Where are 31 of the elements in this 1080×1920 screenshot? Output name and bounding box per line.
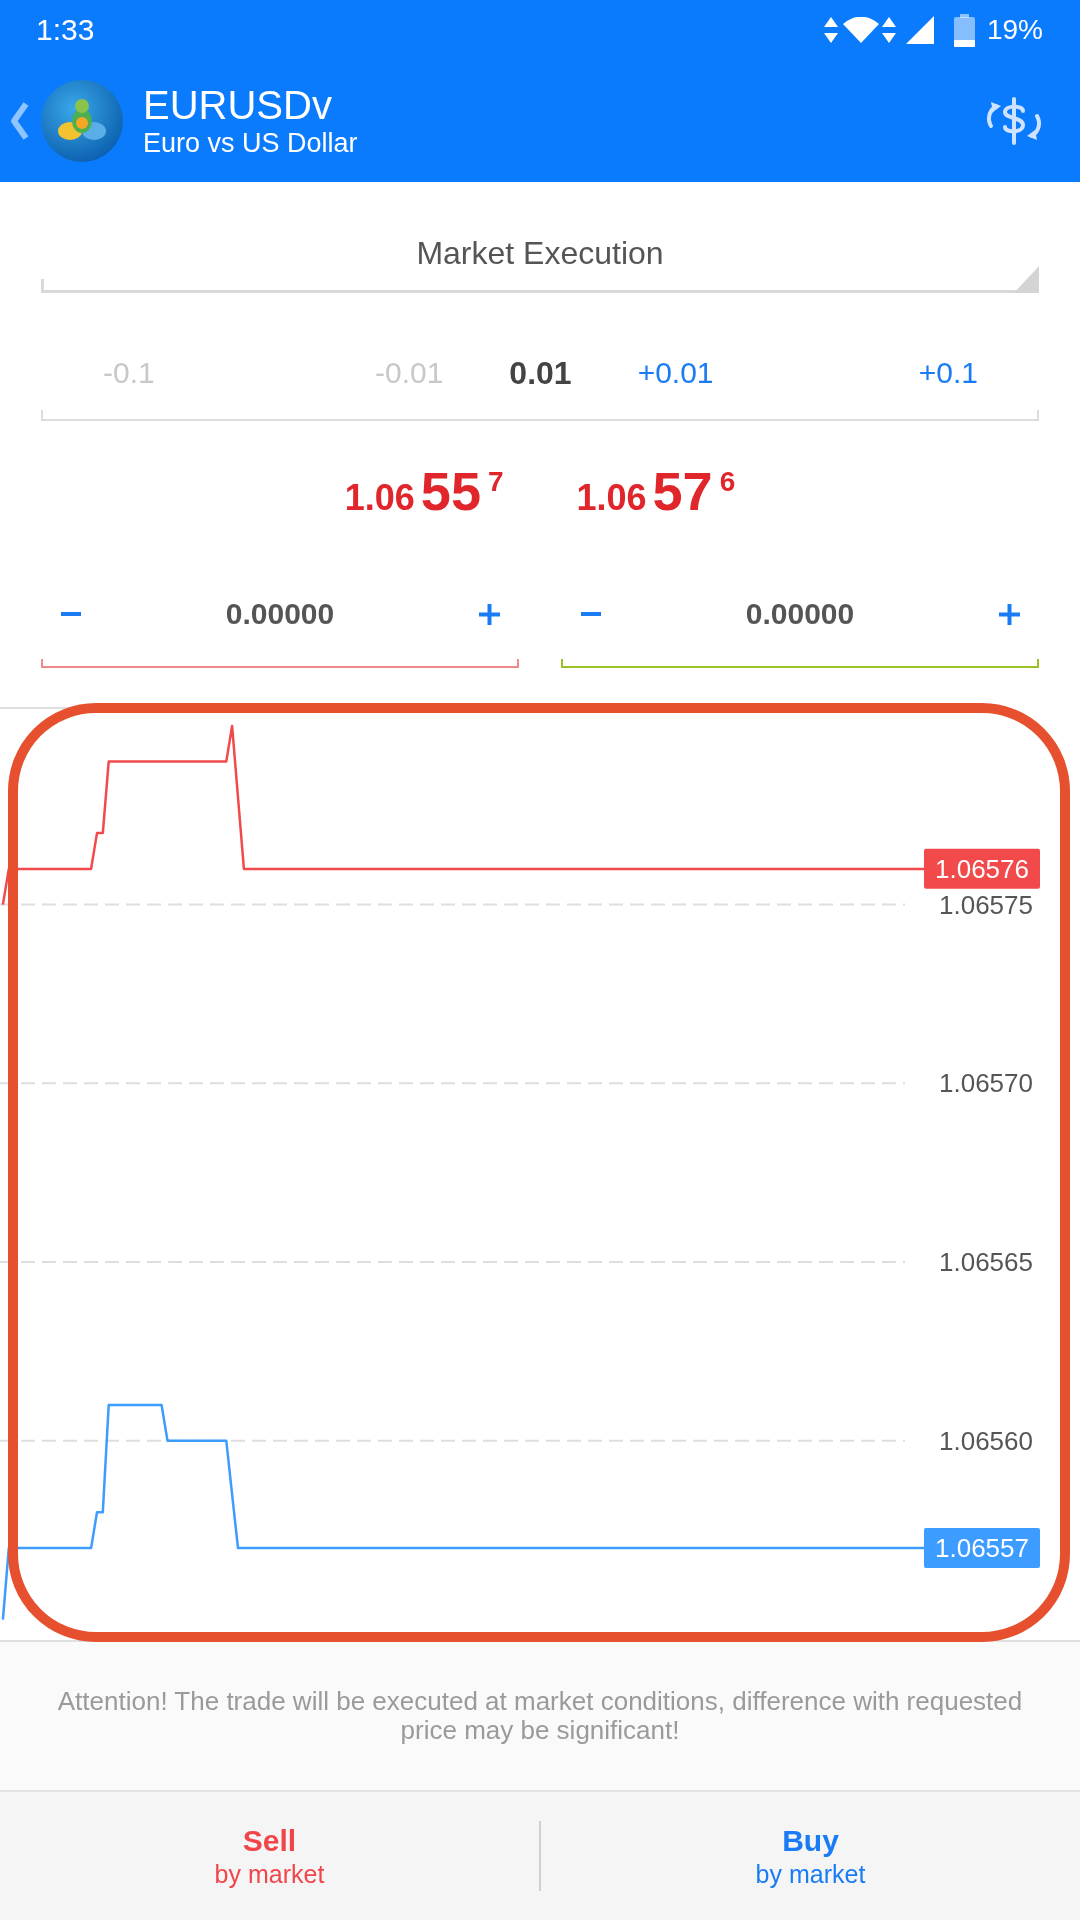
price-field[interactable]: 0.00000 bbox=[225, 599, 335, 629]
price-tag: 1.06557 bbox=[924, 1528, 1040, 1569]
status-time: 1:33 bbox=[36, 15, 95, 45]
minus-icon bbox=[581, 612, 601, 616]
logo-icon bbox=[41, 80, 123, 162]
plus-icon bbox=[999, 603, 1020, 625]
order-type-dropdown[interactable]: Market Execution bbox=[41, 218, 1039, 293]
plus-icon bbox=[479, 603, 500, 625]
volume-field[interactable]: 0.01 bbox=[509, 357, 572, 389]
data-activity-icon bbox=[823, 17, 838, 43]
axis-label: 1.06565 bbox=[939, 1247, 1033, 1278]
dropdown-corner-icon bbox=[1014, 266, 1039, 293]
price-field[interactable]: 0.00000 bbox=[745, 599, 855, 629]
data-activity-icon bbox=[881, 17, 896, 43]
symbol-subtitle: Euro vs US Dollar bbox=[143, 127, 358, 159]
axis-label: 1.06575 bbox=[939, 889, 1033, 920]
signal-icon bbox=[905, 16, 934, 44]
axis-label: 1.06560 bbox=[939, 1425, 1033, 1456]
wifi-icon bbox=[842, 17, 879, 43]
axis-label: 1.06570 bbox=[939, 1068, 1033, 1099]
symbol-title: EURUSDv bbox=[143, 83, 333, 127]
volume-step-button[interactable]: +0.01 bbox=[637, 358, 714, 388]
price-tag: 1.06576 bbox=[924, 848, 1040, 889]
battery-icon bbox=[953, 13, 975, 47]
volume-step-button[interactable]: +0.1 bbox=[918, 358, 978, 388]
back-icon bbox=[10, 102, 29, 140]
minus-icon bbox=[61, 612, 81, 616]
battery-percentage: 19% bbox=[986, 16, 1043, 44]
notice-text: Attention! The trade will be executed at market conditions, difference with requested price may be significant! bbox=[56, 1687, 1024, 1745]
trade-button[interactable]: Sell by market bbox=[0, 1792, 539, 1920]
trade-button[interactable]: Buy by market bbox=[541, 1792, 1080, 1920]
